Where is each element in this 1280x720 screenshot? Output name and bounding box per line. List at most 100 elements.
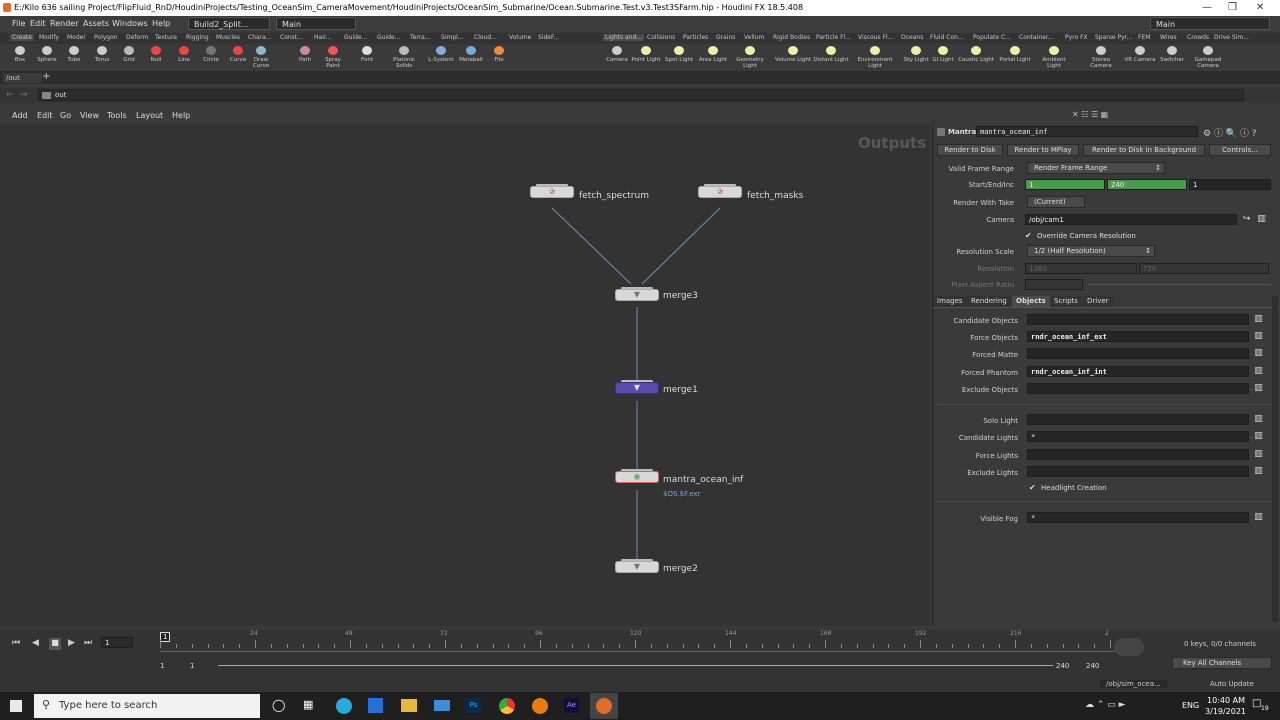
restore-icon[interactable]: ❐	[1228, 2, 1237, 13]
shelf-tool[interactable]: Stereo Camera	[1082, 44, 1120, 69]
tray-icons[interactable]: ☁ ⌃ ▭ ►	[1085, 700, 1126, 710]
candidate-lights-field[interactable]: *	[1027, 431, 1249, 442]
force-objects-chooser-icon[interactable]: ▥	[1253, 331, 1264, 342]
start-frame-field[interactable]: 1	[1025, 179, 1105, 190]
end-frame-field[interactable]: 240	[1107, 179, 1187, 190]
headlight-checkbox[interactable]: ✔	[1029, 483, 1036, 492]
shelf-tool[interactable]: Draw Curve	[246, 44, 276, 69]
houdini-taskbar-icon[interactable]	[590, 693, 618, 719]
shelf-tool[interactable]: Caustic Light	[957, 44, 995, 63]
tab-objects[interactable]: Objects	[1012, 296, 1050, 307]
camera-chooser-icon[interactable]: ▥	[1256, 214, 1267, 225]
shelf-tool[interactable]: File	[484, 44, 514, 63]
net-menu-layout[interactable]: Layout	[136, 111, 163, 120]
close-icon[interactable]: ✕	[1256, 2, 1264, 13]
net-menu-add[interactable]: Add	[12, 111, 28, 120]
force-lights-chooser-icon[interactable]: ▥	[1253, 449, 1264, 460]
shelf-tab[interactable]: Chara...	[248, 34, 272, 41]
shelf-tool[interactable]: Volume Light	[774, 44, 812, 63]
exclude-lights-chooser-icon[interactable]: ▥	[1253, 466, 1264, 477]
shelf-tab[interactable]: Sparse Pyr...	[1095, 34, 1132, 41]
forward-icon[interactable]: →	[20, 90, 28, 100]
camera-field[interactable]: /obj/cam1	[1025, 214, 1237, 225]
net-menu-view[interactable]: View	[80, 111, 99, 120]
shelf-tool[interactable]: Spot Light	[660, 44, 698, 63]
shelf-tool[interactable]: Circle	[196, 44, 226, 63]
shelf-tool[interactable]: Torus	[87, 44, 117, 63]
shelf-tool[interactable]: Switcher	[1153, 44, 1191, 63]
shelf-tab[interactable]: Rigid Bodies	[773, 34, 810, 41]
range-end-2[interactable]: 240	[1086, 662, 1099, 670]
shelf-tab[interactable]: SideF...	[538, 34, 559, 41]
forced-matte-field[interactable]	[1027, 348, 1249, 359]
forced-phantom-chooser-icon[interactable]: ▥	[1253, 366, 1264, 377]
shelf-tab[interactable]: Pyro FX	[1065, 34, 1088, 41]
shelf-tab[interactable]: Container...	[1019, 34, 1054, 41]
net-menu-tools[interactable]: Tools	[107, 111, 127, 120]
shelf-tool[interactable]: Environment Light	[856, 44, 894, 69]
shelf-tab[interactable]: Viscous Fl...	[858, 34, 893, 41]
shelf-tool[interactable]: Box	[5, 44, 35, 63]
shelf-tab[interactable]: Particle Fl...	[816, 34, 851, 41]
shelf-tab[interactable]: Deform	[126, 34, 148, 41]
shelf-tool[interactable]: Metaball	[456, 44, 486, 63]
status-path[interactable]: /obj/sim_ocea...	[1100, 680, 1167, 688]
desktop-selector[interactable]: Build2_Split...	[188, 17, 270, 30]
shelf-tab[interactable]: Const...	[280, 34, 303, 41]
shelf-tab[interactable]: Guide...	[344, 34, 367, 41]
shelf-tab[interactable]: Populate C...	[973, 34, 1011, 41]
exclude-objects-field[interactable]	[1027, 383, 1249, 394]
clock-time[interactable]: 10:40 AM	[1207, 696, 1245, 705]
shelf-tab[interactable]: Rigging	[186, 34, 209, 41]
forced-phantom-field[interactable]: rndr_ocean_inf_int	[1027, 366, 1249, 377]
shelf-tab[interactable]: Muscles	[216, 34, 240, 41]
shelf-tab[interactable]: Vellum	[744, 34, 764, 41]
shelf-tab[interactable]: Cloud...	[474, 34, 497, 41]
network-tool-icons[interactable]: ✕ ☷ ☰ ▦	[1072, 110, 1132, 120]
shelf-tab[interactable]: Terra...	[410, 34, 431, 41]
shelf-tab[interactable]: FEM	[1138, 34, 1150, 41]
candidate-objects-field[interactable]	[1027, 314, 1249, 325]
param-header-icons[interactable]: ⚙ ⓘ 🔍 ⓘ ?	[1203, 126, 1257, 139]
node-merge2[interactable]: ▼	[615, 559, 659, 573]
menu-edit[interactable]: Edit	[30, 19, 46, 28]
render-to-disk-button[interactable]: Render to Disk	[937, 144, 1003, 156]
menu-help[interactable]: Help	[152, 19, 170, 28]
shelf-tab[interactable]: Grains	[716, 34, 735, 41]
node-fetch-masks[interactable]: ✰	[698, 184, 742, 198]
shelf-tab[interactable]: Fluid Con...	[930, 34, 964, 41]
shelf-tab[interactable]: Particles	[683, 34, 708, 41]
render-with-take-select[interactable]: (Current)	[1027, 196, 1085, 208]
force-objects-field[interactable]: rndr_ocean_inf_ext	[1027, 331, 1249, 342]
shelf-tool[interactable]: Portal Light	[996, 44, 1034, 63]
network-editor[interactable]: Outputs ✰ fetch_spectrum ✰ fetch_masks ▼…	[0, 124, 930, 626]
menu-render[interactable]: Render	[50, 19, 78, 28]
shelf-tool[interactable]: L-System	[426, 44, 456, 63]
blender-icon[interactable]	[532, 698, 548, 714]
solo-light-field[interactable]	[1027, 414, 1249, 425]
node-mantra-ocean-inf[interactable]: ◉	[615, 469, 659, 483]
param-scrollbar[interactable]	[1272, 296, 1278, 622]
after-effects-icon[interactable]: Ae	[564, 698, 579, 713]
edge-icon[interactable]	[336, 698, 352, 714]
candidate-objects-chooser-icon[interactable]: ▥	[1253, 314, 1264, 325]
shelf-tool[interactable]: Ambient Light	[1035, 44, 1073, 69]
node-fetch-spectrum[interactable]: ✰	[530, 184, 574, 198]
inc-frame-field[interactable]: 1	[1189, 179, 1271, 190]
shelf-tab[interactable]: Volume	[509, 34, 531, 41]
shelf-tool[interactable]: Geometry Light	[731, 44, 769, 69]
shelf-tab[interactable]: Simpl...	[441, 34, 464, 41]
shelf-tab[interactable]: Drive Sim...	[1214, 34, 1249, 41]
camera-jump-icon[interactable]: ↪	[1241, 214, 1252, 225]
shelf-tool[interactable]: Platonic Solids	[389, 44, 419, 69]
solo-light-chooser-icon[interactable]: ▥	[1253, 414, 1264, 425]
range-slider[interactable]	[218, 665, 1053, 666]
shelf-tool[interactable]: Line	[169, 44, 199, 63]
language-indicator[interactable]: ENG	[1182, 701, 1199, 710]
range-start[interactable]: 1	[160, 662, 164, 670]
shelf-tab[interactable]: Modify	[39, 34, 59, 41]
node-merge3[interactable]: ▼	[615, 287, 659, 301]
shelf-tab[interactable]: Texture	[155, 34, 177, 41]
shelf-tool[interactable]: Grid	[114, 44, 144, 63]
shelf-tool[interactable]: Font	[352, 44, 382, 63]
